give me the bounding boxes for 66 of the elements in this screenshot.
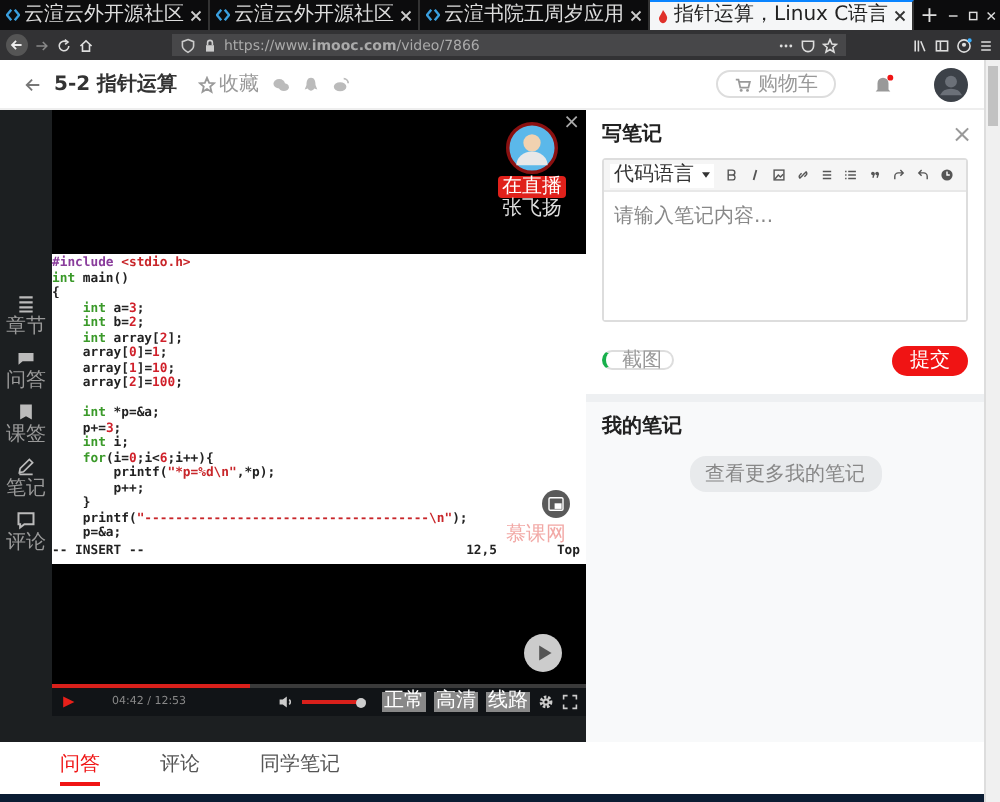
code-icon [216,8,230,22]
quality-button[interactable]: 正常 [382,692,426,712]
avatar-icon[interactable] [934,67,968,101]
volume-icon[interactable] [278,694,294,710]
watermark-logo: 慕课网 [506,526,566,546]
close-icon[interactable] [894,10,907,22]
sidebar-item[interactable]: 课签 [6,402,46,446]
clock-icon[interactable] [940,168,954,182]
star-icon [197,75,216,93]
bell-icon[interactable] [872,73,894,95]
quote-icon[interactable] [868,168,882,182]
sidebar-item[interactable]: 问答 [6,348,46,392]
lesson-title: 5-2 指针运算 [54,71,178,98]
list-icon[interactable] [820,168,834,182]
chat-icon [16,348,36,368]
submit-button[interactable]: 提交 [892,345,968,375]
sidebar-item[interactable]: 笔记 [6,456,46,500]
sidebar-icon[interactable] [934,37,950,53]
library-icon[interactable] [912,37,928,53]
image-icon[interactable] [772,168,786,182]
shield-icon [180,37,196,53]
pencil-icon [16,456,36,476]
flame-icon [656,9,670,23]
numbered-list-icon[interactable] [844,168,858,182]
close-button[interactable]: × [563,114,580,134]
cart-icon [734,75,752,93]
back-icon[interactable] [6,34,28,56]
bold-icon[interactable] [724,168,738,182]
comment-icon [16,510,36,530]
bookmark-icon [16,402,36,422]
reload-icon[interactable] [56,37,72,53]
picture-in-picture-icon[interactable] [542,490,570,518]
language-dropdown[interactable]: 代码语言 [610,163,714,187]
host-name: 张飞扬 [502,198,562,222]
quality-button[interactable]: 线路 [486,692,530,712]
sidebar-item[interactable]: 评论 [6,510,46,554]
scrollbar[interactable] [984,60,1000,802]
menu-icon[interactable] [978,37,994,53]
fullscreen-icon[interactable] [562,694,578,710]
section-title: 我的笔记 [602,413,684,440]
redo-icon[interactable] [892,168,906,182]
code-icon [6,8,20,22]
quality-button[interactable]: 高清 [434,692,478,712]
content-tab[interactable]: 评论 [160,750,200,786]
lock-icon [202,37,218,53]
star-icon[interactable] [822,37,838,53]
content-tab[interactable]: 问答 [60,750,100,786]
new-tab-button[interactable]: + [914,0,945,30]
undo-icon[interactable] [916,168,930,182]
live-badge: 在直播 [498,176,566,198]
caret-icon [702,172,710,178]
content-tab[interactable]: 同学笔记 [260,750,340,786]
forward-icon[interactable] [34,37,50,53]
code-icon [426,8,440,22]
link-icon[interactable] [796,168,810,182]
note-editor-field[interactable]: 代码语言 请输入笔记内容... [602,158,968,322]
play-icon[interactable] [524,634,562,672]
list-icon [16,294,36,314]
sidebar-item[interactable]: 章节 [6,294,46,338]
panel-title: 写笔记 [602,121,664,148]
home-icon[interactable] [78,37,94,53]
account-icon[interactable] [956,37,972,53]
host-avatar-icon[interactable] [506,122,558,174]
italic-icon[interactable] [748,168,762,182]
settings-icon[interactable] [538,694,554,710]
browser-tab[interactable]: 指针运算，Linux C语言 [650,0,915,30]
